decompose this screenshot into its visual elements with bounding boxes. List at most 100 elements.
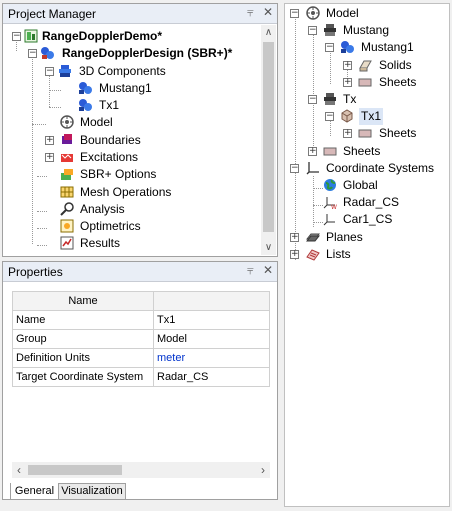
close-icon[interactable]: ✕ <box>263 5 273 19</box>
table-row[interactable]: Group Model <box>12 329 270 349</box>
sheets-icon <box>358 129 372 138</box>
table-empty-area <box>12 387 270 461</box>
tree-item-label: Model <box>80 115 113 129</box>
solids-icon <box>359 60 372 72</box>
property-value[interactable]: Tx1 <box>153 310 270 330</box>
table-row[interactable]: Definition Units meter <box>12 348 270 368</box>
tree-item-label: Mustang <box>343 23 390 37</box>
tree-item-label: 3D Components <box>79 64 166 78</box>
tree-item-results[interactable]: Results <box>7 235 247 252</box>
expand-toggle[interactable]: + <box>45 153 54 162</box>
tree-item-model[interactable]: Model <box>7 114 247 131</box>
model-tree-item-solids[interactable]: + Solids <box>289 57 444 74</box>
tree-item-label: Excitations <box>80 150 139 164</box>
scrollbar-thumb[interactable] <box>263 42 274 232</box>
model-tree-item-mustang[interactable]: − Mustang <box>289 22 444 39</box>
design-icon <box>41 47 54 59</box>
expand-toggle[interactable]: + <box>308 147 317 156</box>
scroll-up-arrow[interactable]: ∧ <box>261 25 276 40</box>
tree-item-project[interactable]: − RangeDopplerDemo* <box>7 28 247 45</box>
tree-item-label: Mesh Operations <box>80 185 172 199</box>
sheets-icon <box>323 147 337 156</box>
components-icon <box>59 65 71 77</box>
collapse-toggle[interactable]: − <box>308 26 317 35</box>
model-tree-item-lists[interactable]: + Lists <box>289 246 444 263</box>
property-value[interactable]: Model <box>153 329 270 349</box>
tree-item-label: Lists <box>326 247 351 261</box>
vertical-scrollbar[interactable]: ∧ ∨ <box>261 25 276 255</box>
model-tree-item-coordinate-systems[interactable]: − Coordinate Systems <box>289 160 444 177</box>
close-icon[interactable]: ✕ <box>263 263 273 277</box>
lists-icon <box>306 249 320 261</box>
collapse-toggle[interactable]: − <box>12 32 21 41</box>
tree-item-sbr-options[interactable]: SBR+ Options <box>7 166 247 183</box>
tab-visualization[interactable]: Visualization <box>58 483 126 500</box>
expand-toggle[interactable]: + <box>343 61 352 70</box>
tree-item-label: Boundaries <box>80 133 141 147</box>
property-name: Group <box>12 329 154 349</box>
pin-icon[interactable]: ⫧ <box>247 5 254 20</box>
analysis-icon <box>60 202 74 216</box>
tree-item-label: Planes <box>326 230 363 244</box>
column-header-name[interactable]: Name <box>12 291 154 311</box>
model-tree-item-car1-cs[interactable]: Car1_CS <box>289 211 444 228</box>
expand-toggle[interactable]: + <box>45 136 54 145</box>
expand-toggle[interactable]: + <box>290 233 299 242</box>
tree-item-label: Sheets <box>343 144 381 158</box>
scrollbar-thumb[interactable] <box>28 465 122 475</box>
cs-icon: W <box>323 197 337 209</box>
tree-item-mesh-operations[interactable]: Mesh Operations <box>7 184 247 201</box>
collapse-toggle[interactable]: − <box>290 164 299 173</box>
property-value[interactable]: Radar_CS <box>153 367 270 387</box>
tree-item-excitations[interactable]: + Excitations <box>7 149 247 166</box>
group-icon <box>324 93 336 105</box>
component-icon <box>341 41 354 53</box>
scroll-down-arrow[interactable]: ∨ <box>261 240 276 255</box>
tree-item-tx1[interactable]: Tx1 <box>7 97 247 114</box>
model-tree-item-tx[interactable]: − Tx <box>289 91 444 108</box>
model-tree-item-planes[interactable]: + Planes <box>289 229 444 246</box>
collapse-toggle[interactable]: − <box>28 49 37 58</box>
tree-item-optimetrics[interactable]: Optimetrics <box>7 218 247 235</box>
collapse-toggle[interactable]: − <box>45 67 54 76</box>
table-row[interactable]: Target Coordinate System Radar_CS <box>12 367 270 387</box>
scroll-right-arrow[interactable]: › <box>256 462 270 478</box>
model-tree-item-mustang1[interactable]: − Mustang1 <box>289 39 444 56</box>
tree-item-3d-components[interactable]: − 3D Components <box>7 63 247 80</box>
model-tree-item-global[interactable]: Global <box>289 177 444 194</box>
model-tree-item-model[interactable]: − Model <box>289 5 444 22</box>
collapse-toggle[interactable]: − <box>290 9 299 18</box>
tree-item-design[interactable]: − RangeDopplerDesign (SBR+)* <box>7 45 247 62</box>
table-header-row: Name <box>12 291 270 311</box>
tree-item-boundaries[interactable]: + Boundaries <box>7 132 247 149</box>
collapse-toggle[interactable]: − <box>308 95 317 104</box>
property-value[interactable]: meter <box>153 348 270 368</box>
model-tree-item-sheets[interactable]: + Sheets <box>289 74 444 91</box>
tab-general[interactable]: General <box>10 483 59 500</box>
expand-toggle[interactable]: + <box>290 250 299 259</box>
horizontal-scrollbar[interactable]: ‹ › <box>12 462 270 478</box>
pin-icon[interactable]: ⫧ <box>247 263 254 278</box>
tree-item-label: RangeDopplerDesign (SBR+)* <box>62 46 233 60</box>
model-tree-item-sheets-top[interactable]: + Sheets <box>289 143 444 160</box>
model-tree-item-tx1-sheets[interactable]: + Sheets <box>289 125 444 142</box>
model-tree-item-radar-cs[interactable]: W Radar_CS <box>289 194 444 211</box>
expand-toggle[interactable]: + <box>343 129 352 138</box>
property-name: Definition Units <box>12 348 154 368</box>
tree-item-label: SBR+ Options <box>80 167 157 181</box>
tab-label: General <box>14 485 55 497</box>
tree-item-label: Global <box>343 178 378 192</box>
component-icon <box>79 99 92 111</box>
collapse-toggle[interactable]: − <box>325 43 334 52</box>
scroll-left-arrow[interactable]: ‹ <box>12 462 26 478</box>
project-icon <box>24 29 38 43</box>
collapse-toggle[interactable]: − <box>325 112 334 121</box>
model-tree-item-tx1[interactable]: − Tx1 <box>289 108 444 125</box>
tree-item-mustang1[interactable]: Mustang1 <box>7 80 247 97</box>
tree-item-analysis[interactable]: Analysis <box>7 201 247 218</box>
tree-item-label: Tx1 <box>359 108 384 125</box>
expand-toggle[interactable]: + <box>343 78 352 87</box>
model-icon <box>60 115 74 129</box>
table-row[interactable]: Name Tx1 <box>12 310 270 330</box>
column-header-value[interactable] <box>153 291 270 311</box>
